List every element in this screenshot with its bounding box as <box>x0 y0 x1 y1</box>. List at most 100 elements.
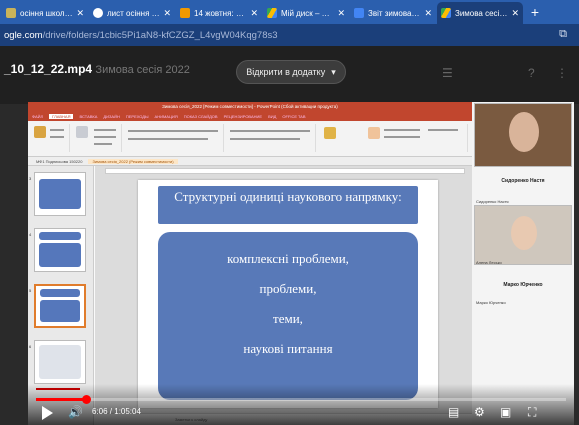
ppt-tab: ПЕРЕХОДЫ <box>125 114 149 119</box>
viewer-header: _10_12_22.mp4 Зимова сесія 2022 Відкрити… <box>0 46 579 104</box>
doc-tab-active: Зимова сесія_2022 (Режим совместимости) <box>88 158 178 164</box>
thumb-shape <box>39 179 81 209</box>
volume-icon[interactable]: 🔊 <box>68 405 83 419</box>
fullscreen-icon[interactable]: ⛶ <box>528 405 536 419</box>
tab-label: Зимова сесія_М <box>455 8 509 18</box>
slide-title: Структурні одиниці наукового напрямку: <box>158 186 418 224</box>
close-icon[interactable]: ✕ <box>76 8 84 19</box>
ppt-tab: ПОКАЗ СЛАЙДОВ <box>183 114 218 119</box>
tab-label: осіння школа - 1 <box>20 8 73 18</box>
url-domain: ogle.com <box>4 29 43 41</box>
globe-icon <box>93 8 103 18</box>
progress-fill <box>36 398 86 401</box>
notion-icon <box>180 8 190 18</box>
more-icon[interactable]: ⋮ <box>556 66 568 80</box>
participant-face <box>509 112 539 152</box>
subtitles-icon[interactable]: ▤ <box>448 405 459 419</box>
browser-tab-strip: осіння школа - 1 ✕ лист осіння сесі ✕ 14… <box>0 0 579 24</box>
tab-label: 14 жовтня: сесі <box>194 8 248 18</box>
thumb-shape <box>40 289 80 297</box>
slide-thumbnail <box>34 340 86 384</box>
ppt-tab: ГЛАВНАЯ <box>49 114 74 119</box>
close-icon[interactable]: ✕ <box>511 8 519 19</box>
url-path: /drive/folders/1cbic5Pi1aN8-kfCZGZ_L4vgW… <box>42 29 278 41</box>
ppt-tab: OFFICE TAB <box>282 114 306 119</box>
play-icon <box>42 406 53 420</box>
slide-canvas: Структурні одиниці наукового напрямку: к… <box>95 166 472 413</box>
close-icon[interactable]: ✕ <box>424 8 432 19</box>
browser-tab[interactable]: лист осіння сесі ✕ <box>89 2 175 24</box>
participant-video <box>474 205 572 265</box>
sheets-icon <box>354 8 364 18</box>
thumb-number: 3 <box>29 176 32 181</box>
doc-tab: МФ1 Подписьова 150220 <box>36 158 83 164</box>
slide-item: наукові питання <box>243 341 333 356</box>
drive-icon <box>441 8 451 18</box>
ppt-tab: РЕЦЕНЗИРОВАНИЕ <box>223 114 263 119</box>
thumb-shape <box>39 243 81 267</box>
close-icon[interactable]: ✕ <box>337 8 345 19</box>
menu-icon[interactable]: ☰ <box>442 66 453 80</box>
new-tab-button[interactable]: + <box>524 2 546 24</box>
address-bar[interactable]: ogle.com/drive/folders/1cbic5Pi1aN8-kfCZ… <box>0 24 579 46</box>
browser-tab[interactable]: Мій диск – Goo ✕ <box>263 2 349 24</box>
participants-panel: Сидоренко Настя Сидоренко Настя Алена Ле… <box>472 102 574 425</box>
ribbon-group <box>226 124 316 152</box>
fill-icon <box>368 127 380 139</box>
participant-video <box>474 103 572 167</box>
progress-bar[interactable] <box>36 395 566 404</box>
browser-tab[interactable]: осіння школа - 1 ✕ <box>2 2 88 24</box>
help-icon[interactable]: ? <box>528 66 535 80</box>
slide-thumbnail <box>34 172 86 216</box>
file-name-suffix: Зимова сесія 2022 <box>95 64 190 76</box>
close-icon[interactable]: ✕ <box>250 8 258 19</box>
drive-video-viewer: _10_12_22.mp4 Зимова сесія 2022 Відкрити… <box>0 46 579 425</box>
slide-thumbnail-selected <box>34 284 86 328</box>
video-frame[interactable]: Зимова сесія_2022 [Режим совместимости] … <box>28 102 574 425</box>
browser-tab[interactable]: 14 жовтня: сесі ✕ <box>176 2 262 24</box>
open-with-button[interactable]: Відкрити в додатку ▾ <box>236 60 346 84</box>
thumb-number: 4 <box>29 232 32 237</box>
participant-tag: Сидоренко Настя <box>476 199 509 204</box>
thumb-shape <box>39 345 81 379</box>
settings-icon[interactable]: ⚙ <box>474 405 485 419</box>
ppt-tab: ВСТАВКА <box>79 114 98 119</box>
school-icon <box>6 8 16 18</box>
slide-thumbnail <box>34 228 86 272</box>
shapes-icon <box>324 127 336 139</box>
ruler <box>105 168 465 174</box>
slide-item: теми, <box>273 311 303 326</box>
slide-body: комплексні проблеми, проблеми, теми, нау… <box>158 232 418 400</box>
play-button[interactable] <box>42 406 53 420</box>
file-name: _10_12_22.mp4 Зимова сесія 2022 <box>4 62 190 76</box>
paste-icon <box>34 126 46 138</box>
ribbon-group <box>72 124 122 152</box>
reader-mode-icon[interactable]: ⧉ <box>559 28 567 41</box>
ribbon-group <box>124 124 224 152</box>
ppt-document-tabs: МФ1 Подписьова 150220 Зимова сесія_2022 … <box>28 157 472 166</box>
browser-tab-active[interactable]: Зимова сесія_М ✕ <box>437 2 523 24</box>
thumb-number: 6 <box>29 344 32 349</box>
ppt-tab: ВИД <box>268 114 277 119</box>
browser-tab[interactable]: Звіт зимова сесі ✕ <box>350 2 436 24</box>
ppt-window-title: Зимова сесія_2022 [Режим совместимости] … <box>28 102 472 112</box>
ppt-ribbon-tabs: ФАЙЛ ГЛАВНАЯ ВСТАВКА ДИЗАЙН ПЕРЕХОДЫ АНИ… <box>28 112 472 121</box>
ppt-tab: ДИЗАЙН <box>103 114 120 119</box>
slide-item: проблеми, <box>259 281 317 296</box>
miniplayer-icon[interactable]: ▣ <box>500 405 511 419</box>
thumb-shape <box>40 300 80 322</box>
url-text[interactable]: ogle.com/drive/folders/1cbic5Pi1aN8-kfCZ… <box>4 30 278 41</box>
participant-name: Марко Юрченко <box>503 282 543 288</box>
participant-name: Сидоренко Настя <box>501 178 545 184</box>
slide-item: комплексні проблеми, <box>227 251 349 266</box>
open-with-label: Відкрити в додатку <box>246 67 326 77</box>
participant-tag: Алена Лесько <box>476 260 502 265</box>
drive-icon <box>267 8 277 18</box>
close-icon[interactable]: ✕ <box>163 8 171 19</box>
chevron-down-icon: ▾ <box>331 66 336 77</box>
participant-face <box>511 216 537 250</box>
tab-label: лист осіння сесі <box>107 8 161 18</box>
current-slide: Структурні одиниці наукового напрямку: к… <box>138 180 438 408</box>
progress-knob[interactable] <box>81 395 91 404</box>
ribbon-group <box>30 124 70 152</box>
